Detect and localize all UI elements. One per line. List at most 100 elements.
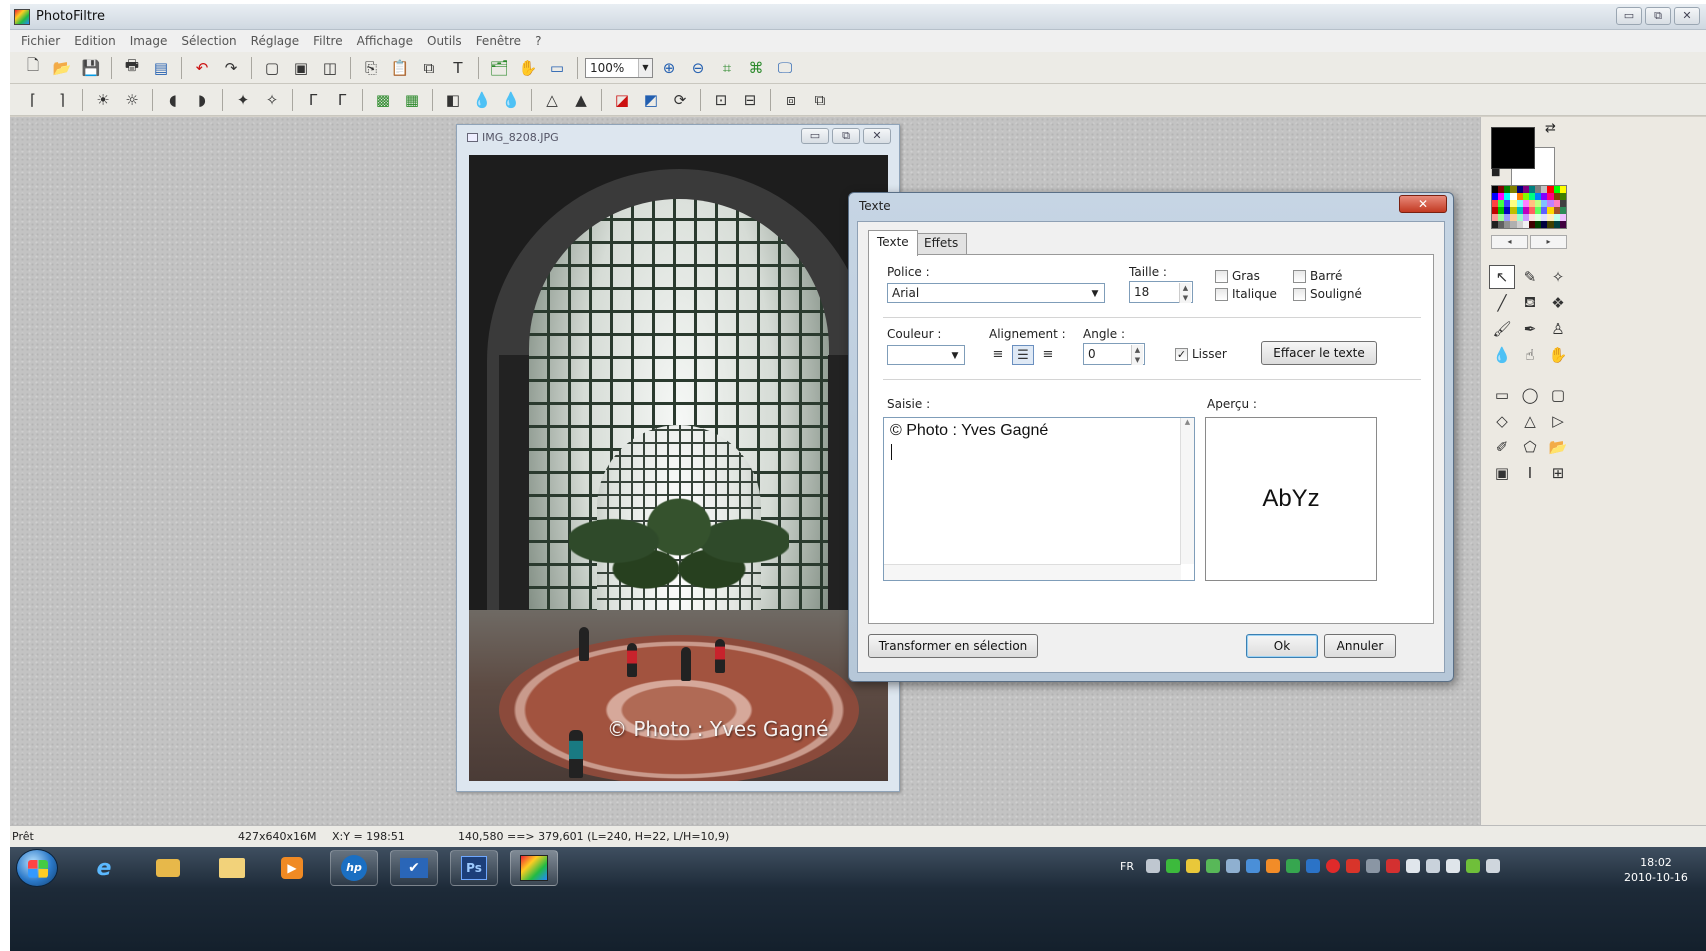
canvas-size-icon[interactable]: ⊟ [737, 88, 763, 112]
layers-icon[interactable]: ⧉ [807, 88, 833, 112]
contrast-down-icon[interactable]: ◖ [160, 88, 186, 112]
menu-fenetre[interactable]: Fenêtre [469, 34, 528, 48]
copy-icon[interactable]: ⎘ [358, 56, 384, 80]
italique-checkbox[interactable]: Italique [1215, 287, 1277, 301]
checkbox-box[interactable] [1215, 269, 1228, 283]
text-tool-icon[interactable]: T [445, 56, 471, 80]
print-icon[interactable]: 🖶 [119, 56, 145, 80]
chevron-down-icon[interactable]: ▼ [638, 58, 652, 77]
explorer-icon[interactable]: 🗂 [486, 56, 512, 80]
tray-app-icon[interactable] [1325, 859, 1340, 873]
close-window-button[interactable]: ✕ [1674, 7, 1700, 25]
selection-option-2-icon[interactable]: Ⅰ [1517, 461, 1543, 485]
folder-icon[interactable] [208, 850, 256, 886]
doc-close-button[interactable]: ✕ [863, 128, 891, 144]
checkbox-box[interactable] [1293, 287, 1306, 301]
menu-fichier[interactable]: Fichier [14, 34, 67, 48]
align-right-icon[interactable]: ≡ [1037, 345, 1059, 365]
menu-outils[interactable]: Outils [420, 34, 469, 48]
display-icon[interactable]: 🖵 [772, 56, 798, 80]
spray-tool-icon[interactable]: ❖ [1545, 291, 1571, 315]
gamma-down-icon[interactable]: Γ [300, 88, 326, 112]
accentuate-icon[interactable]: ▲ [568, 88, 594, 112]
color-swatches[interactable] [1491, 185, 1567, 229]
zoom-select[interactable]: 100% ▼ [585, 57, 653, 78]
sepia-icon[interactable]: ▦ [399, 88, 425, 112]
fill-tool-icon[interactable]: ⛾ [1517, 291, 1543, 315]
open-file-icon[interactable]: 📂 [49, 56, 75, 80]
line-tool-icon[interactable]: ╱ [1489, 291, 1515, 315]
mail-icon[interactable] [144, 850, 192, 886]
chevron-down-icon[interactable]: ▼ [948, 348, 962, 364]
barre-checkbox[interactable]: Barré [1293, 269, 1342, 283]
paste-as-image-icon[interactable]: ⧉ [416, 56, 442, 80]
palette-next-icon[interactable]: ▸ [1530, 235, 1567, 249]
transparency-icon[interactable]: ⧈ [778, 88, 804, 112]
flip-horizontal-icon[interactable]: ◪ [609, 88, 635, 112]
color-swatch[interactable] [1559, 207, 1566, 214]
tray-app-icon[interactable] [1265, 859, 1280, 873]
media-player-icon[interactable]: ▶ [268, 850, 316, 886]
ellipse-selection-icon[interactable]: ◯ [1517, 383, 1543, 407]
align-center-icon[interactable]: ☰ [1012, 345, 1034, 365]
menu-affichage[interactable]: Affichage [350, 34, 420, 48]
tray-app-icon[interactable] [1385, 859, 1400, 873]
chevron-down-icon[interactable]: ▼ [1088, 286, 1102, 302]
start-button[interactable] [16, 849, 58, 887]
actual-size-icon[interactable]: ⌗ [714, 56, 740, 80]
brightness-up-icon[interactable]: ☼ [119, 88, 145, 112]
selection-option-1-icon[interactable]: ▣ [1489, 461, 1515, 485]
fullscreen-icon[interactable]: ▭ [544, 56, 570, 80]
saturation-down-icon[interactable]: ✦ [230, 88, 256, 112]
color-swatch[interactable] [1559, 221, 1566, 228]
pointer-tool-icon[interactable]: ↖ [1489, 265, 1515, 289]
keyboard-icon[interactable] [1145, 859, 1160, 873]
taskbar-clock[interactable]: 18:02 2010-10-16 [1624, 855, 1688, 885]
tray-app-icon[interactable] [1305, 859, 1320, 873]
crop-icon[interactable]: ◫ [317, 56, 343, 80]
auto-contrast-icon[interactable]: ⌉ [49, 88, 75, 112]
zoom-out-icon[interactable]: ⊖ [685, 56, 711, 80]
menu-edition[interactable]: Edition [67, 34, 123, 48]
foreground-color-swatch[interactable] [1491, 127, 1535, 169]
brightness-down-icon[interactable]: ☀ [90, 88, 116, 112]
saturation-up-icon[interactable]: ✧ [259, 88, 285, 112]
ok-button[interactable]: Ok [1246, 634, 1318, 658]
tray-app-icon[interactable] [1465, 859, 1480, 873]
doc-minimize-button[interactable]: ▭ [801, 128, 829, 144]
selection-option-3-icon[interactable]: ⊞ [1545, 461, 1571, 485]
tray-app-icon[interactable] [1285, 859, 1300, 873]
dialog-close-button[interactable]: ✕ [1399, 195, 1447, 213]
color-swatch[interactable] [1559, 186, 1566, 193]
new-file-icon[interactable]: 🗋 [20, 56, 46, 80]
palette-prev-icon[interactable]: ◂ [1491, 235, 1528, 249]
polygon-selection-icon[interactable]: ⬠ [1517, 435, 1543, 459]
image-size-icon[interactable]: ⊡ [708, 88, 734, 112]
menu-help[interactable]: ? [528, 34, 548, 48]
internet-explorer-icon[interactable]: e [80, 850, 128, 886]
checkbox-box[interactable]: ✓ [1175, 347, 1188, 361]
sharpen-icon[interactable]: 💧 [498, 88, 524, 112]
magic-wand-tool-icon[interactable]: ✧ [1545, 265, 1571, 289]
photofiltre-taskbar-icon[interactable] [510, 850, 558, 886]
doc-maximize-button[interactable]: ⧉ [832, 128, 860, 144]
soften-icon[interactable]: △ [539, 88, 565, 112]
smudge-tool-icon[interactable]: ☝ [1517, 343, 1543, 367]
language-indicator[interactable]: FR [1120, 860, 1134, 873]
rotate-icon[interactable]: ⟳ [667, 88, 693, 112]
align-left-icon[interactable]: ≡ [987, 345, 1009, 365]
maximize-button[interactable]: ⧉ [1645, 7, 1671, 25]
scan-icon[interactable]: ▤ [148, 56, 174, 80]
spin-arrows-icon[interactable]: ▲ ▼ [1179, 283, 1191, 303]
hand-tool-icon[interactable]: ✋ [1545, 343, 1571, 367]
diamond-selection-icon[interactable]: ◇ [1489, 409, 1515, 433]
advanced-brush-tool-icon[interactable]: ✒ [1517, 317, 1543, 341]
menu-selection[interactable]: Sélection [174, 34, 243, 48]
negative-icon[interactable]: ◧ [440, 88, 466, 112]
souligne-checkbox[interactable]: Souligné [1293, 287, 1362, 301]
tab-texte[interactable]: Texte [868, 230, 918, 256]
police-select[interactable]: Arial ▼ [887, 283, 1105, 303]
photo-canvas[interactable]: © Photo : Yves Gagné [469, 155, 888, 781]
menu-reglage[interactable]: Réglage [244, 34, 307, 48]
network-signal-icon[interactable] [1165, 859, 1180, 873]
